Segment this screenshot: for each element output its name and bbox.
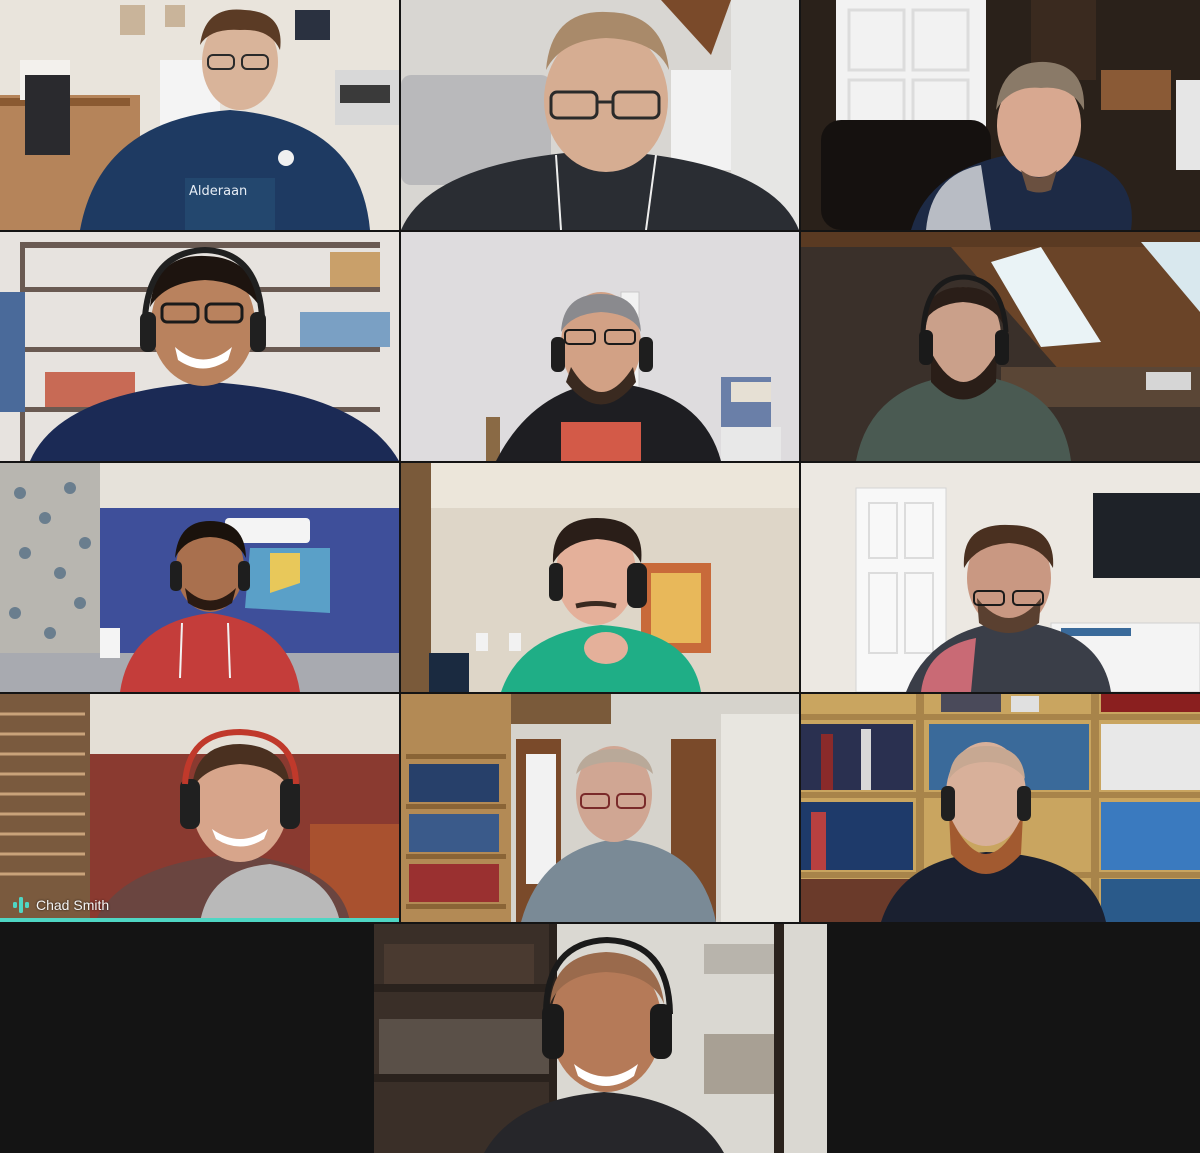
participant-video-12 xyxy=(801,694,1200,922)
participant-name: Chad Smith xyxy=(36,897,110,913)
participant-tile-2[interactable] xyxy=(401,0,799,230)
participant-video-5 xyxy=(401,232,799,461)
participant-tile-9[interactable] xyxy=(801,463,1200,692)
participant-tile-12[interactable] xyxy=(801,694,1200,922)
participant-video-11 xyxy=(401,694,799,922)
participant-video-13 xyxy=(374,924,827,1153)
participant-video-4 xyxy=(0,232,399,461)
participant-tile-10[interactable]: Chad Smith xyxy=(0,694,399,922)
participant-name-label: Chad Smith xyxy=(12,896,109,914)
active-speaker-indicator xyxy=(0,918,399,922)
participant-tile-8[interactable] xyxy=(401,463,799,692)
participant-video-10 xyxy=(0,694,399,922)
participant-tile-5[interactable] xyxy=(401,232,799,461)
svg-text:Alderaan: Alderaan xyxy=(189,184,247,199)
participant-tile-13[interactable] xyxy=(374,924,827,1153)
participant-tile-6[interactable] xyxy=(801,232,1200,461)
participant-video-6 xyxy=(801,232,1200,461)
participant-tile-1[interactable]: Alderaan xyxy=(0,0,399,230)
participant-video-8 xyxy=(401,463,799,692)
participant-video-3 xyxy=(801,0,1200,230)
participant-video-9 xyxy=(801,463,1200,692)
participant-tile-7[interactable] xyxy=(0,463,399,692)
participant-video-2 xyxy=(401,0,799,230)
audio-level-icon xyxy=(13,897,29,913)
participant-tile-3[interactable] xyxy=(801,0,1200,230)
participant-tile-4[interactable] xyxy=(0,232,399,461)
participant-tile-11[interactable] xyxy=(401,694,799,922)
participant-video-7 xyxy=(0,463,399,692)
video-gallery: Alderaan Chad Smith xyxy=(0,0,1200,1153)
shirt-print: Alderaan xyxy=(189,184,247,199)
